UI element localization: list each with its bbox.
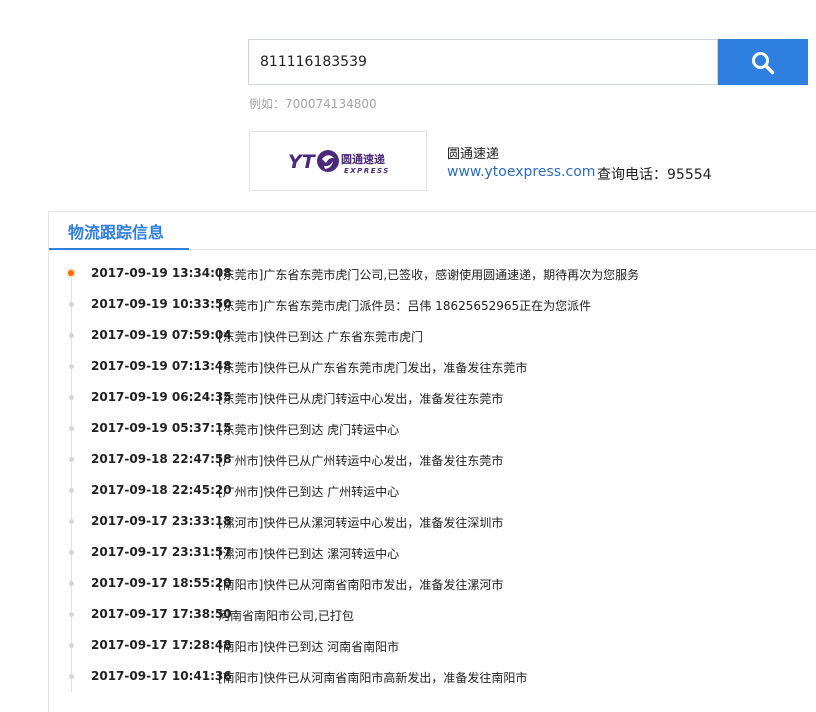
timeline-row: 2017-09-19 06:24:35 [东莞市]快件已从虎门转运中心发出，准备…: [62, 388, 762, 410]
row-time: 2017-09-19 10:33:50: [91, 297, 232, 311]
carrier-logo: YT 圆通速递 EXPRESS: [249, 131, 427, 191]
timeline-row: 2017-09-17 23:31:57 [漯河市]快件已到达 漯河转运中心: [62, 543, 762, 565]
search-button[interactable]: [718, 39, 808, 85]
row-desc: [东莞市]快件已从广东省东莞市虎门发出，准备发往东莞市: [218, 361, 528, 375]
row-time: 2017-09-19 07:13:48: [91, 359, 232, 373]
row-desc: [广州市]快件已到达 广州转运中心: [218, 485, 400, 499]
timeline-row: 2017-09-19 13:34:08 [东莞市]广东省东莞市虎门公司,已签收，…: [62, 264, 762, 286]
panel-header: 物流跟踪信息: [49, 212, 816, 250]
timeline-row: 2017-09-17 23:33:18 [漯河市]快件已从漯河转运中心发出，准备…: [62, 512, 762, 534]
svg-text:YT: YT: [288, 151, 317, 173]
row-desc: [南阳市]快件已到达 河南省南阳市: [218, 640, 400, 654]
status-dot: [69, 612, 74, 617]
tracking-number-input[interactable]: [249, 40, 717, 84]
tab-label: 物流跟踪信息: [68, 223, 165, 242]
timeline-row: 2017-09-18 22:45:20 [广州市]快件已到达 广州转运中心: [62, 481, 762, 503]
timeline-row: 2017-09-19 07:59:04 [东莞市]快件已到达 广东省东莞市虎门: [62, 326, 762, 348]
timeline-row: 2017-09-17 17:38:50 河南省南阳市公司,已打包: [62, 605, 762, 627]
row-desc: [南阳市]快件已从河南省南阳市发出，准备发往漯河市: [218, 578, 504, 592]
yto-logo-icon: YT 圆通速递 EXPRESS: [288, 150, 390, 175]
row-time: 2017-09-19 13:34:08: [91, 266, 232, 280]
row-desc: [漯河市]快件已到达 漯河转运中心: [218, 547, 400, 561]
status-dot: [69, 488, 74, 493]
row-time: 2017-09-18 22:47:58: [91, 452, 232, 466]
timeline-row: 2017-09-18 22:47:58 [广州市]快件已从广州转运中心发出，准备…: [62, 450, 762, 472]
row-desc: [东莞市]快件已从虎门转运中心发出，准备发往东莞市: [218, 392, 504, 406]
status-dot: [69, 674, 74, 679]
row-time: 2017-09-17 10:41:36: [91, 669, 232, 683]
row-desc: [东莞市]广东省东莞市虎门派件员：吕伟 18625652965正在为您派件: [218, 299, 592, 313]
status-dot: [69, 395, 74, 400]
row-desc: [南阳市]快件已从河南省南阳市高新发出，准备发往南阳市: [218, 671, 528, 685]
timeline-row: 2017-09-19 10:33:50 [东莞市]广东省东莞市虎门派件员：吕伟 …: [62, 295, 762, 317]
row-time: 2017-09-18 22:45:20: [91, 483, 232, 497]
row-desc: [东莞市]快件已到达 虎门转运中心: [218, 423, 400, 437]
search-box: [248, 39, 718, 85]
tab-tracking-info[interactable]: 物流跟踪信息: [49, 212, 189, 250]
row-time: 2017-09-17 18:55:20: [91, 576, 232, 590]
row-time: 2017-09-17 17:38:50: [91, 607, 232, 621]
timeline-row: 2017-09-17 18:55:20 [南阳市]快件已从河南省南阳市发出，准备…: [62, 574, 762, 596]
carrier-website-link[interactable]: www.ytoexpress.com: [447, 164, 595, 180]
row-time: 2017-09-17 17:28:48: [91, 638, 232, 652]
row-time: 2017-09-19 07:59:04: [91, 328, 232, 342]
status-dot: [69, 581, 74, 586]
timeline-row: 2017-09-19 05:37:15 [东莞市]快件已到达 虎门转运中心: [62, 419, 762, 441]
timeline-row: 2017-09-17 17:28:48 [南阳市]快件已到达 河南省南阳市: [62, 636, 762, 658]
carrier-name: 圆通速递: [447, 147, 500, 162]
status-dot: [69, 364, 74, 369]
row-time: 2017-09-19 05:37:15: [91, 421, 232, 435]
row-desc: [漯河市]快件已从漯河转运中心发出，准备发往深圳市: [218, 516, 504, 530]
svg-text:EXPRESS: EXPRESS: [344, 167, 390, 175]
status-dot: [69, 302, 74, 307]
status-dot: [69, 426, 74, 431]
row-desc: [广州市]快件已从广州转运中心发出，准备发往东莞市: [218, 454, 504, 468]
status-dot: [69, 457, 74, 462]
status-dot: [69, 643, 74, 648]
carrier-phone: 查询电话：95554: [597, 167, 712, 183]
timeline-row: 2017-09-19 07:13:48 [东莞市]快件已从广东省东莞市虎门发出，…: [62, 357, 762, 379]
status-dot: [69, 550, 74, 555]
row-time: 2017-09-17 23:33:18: [91, 514, 232, 528]
example-hint: 例如：700074134800: [249, 97, 377, 111]
svg-text:圆通速递: 圆通速递: [341, 152, 385, 166]
row-desc: [东莞市]广东省东莞市虎门公司,已签收，感谢使用圆通速递，期待再次为您服务: [218, 268, 640, 282]
current-status-dot: [68, 270, 74, 276]
row-desc: 河南省南阳市公司,已打包: [218, 609, 354, 623]
row-time: 2017-09-17 23:31:57: [91, 545, 232, 559]
row-time: 2017-09-19 06:24:35: [91, 390, 232, 404]
status-dot: [69, 333, 74, 338]
status-dot: [69, 519, 74, 524]
search-icon: [752, 52, 775, 75]
row-desc: [东莞市]快件已到达 广东省东莞市虎门: [218, 330, 424, 344]
